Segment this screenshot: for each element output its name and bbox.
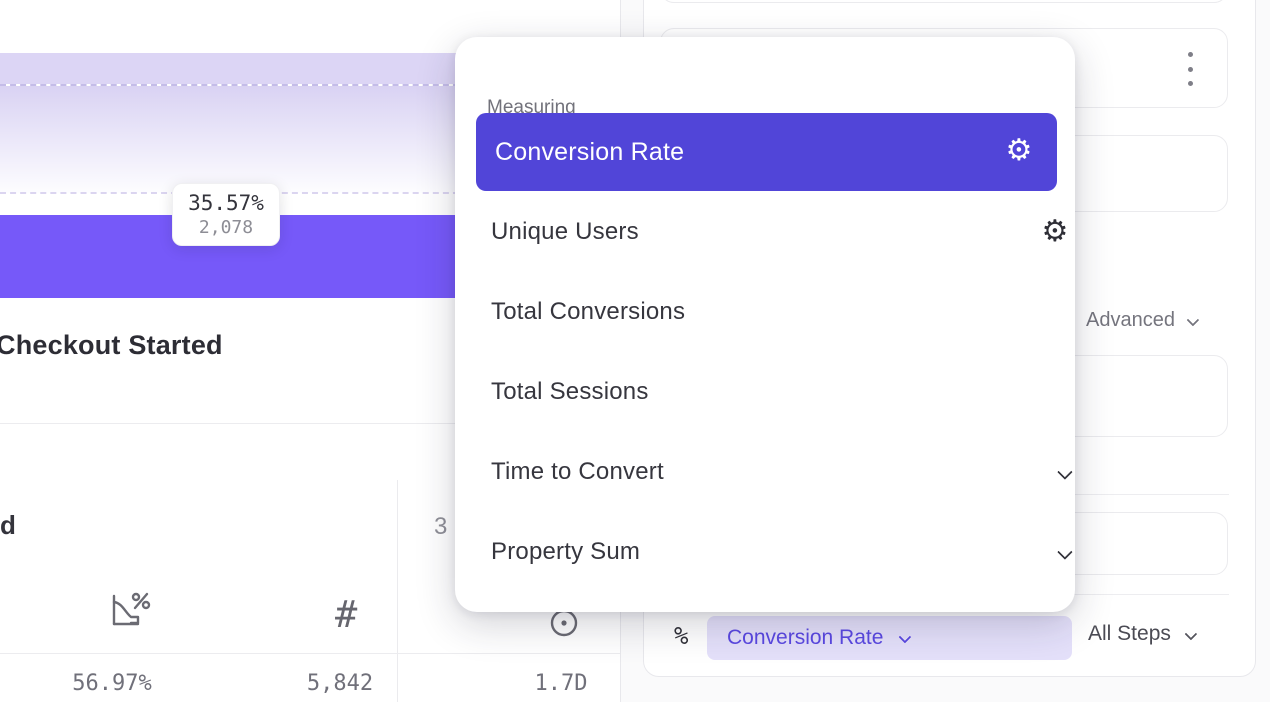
chevron-down-icon (899, 630, 912, 643)
table-step-number: 3 (434, 513, 447, 541)
chevron-down-icon (1058, 512, 1069, 592)
builder-row-card[interactable] (660, 0, 1228, 3)
gear-icon[interactable]: ⚙ (1038, 217, 1072, 247)
stat-conversion-rate: 56.97% (32, 671, 192, 696)
table-column-divider (397, 480, 398, 702)
bar-tooltip: 35.57% 2,078 (172, 183, 280, 246)
percent-symbol: % (674, 622, 688, 650)
table-row-divider (0, 653, 620, 654)
menu-item-label: Total Conversions (491, 298, 685, 325)
measurement-selector-pill[interactable]: Conversion Rate (707, 616, 1072, 660)
menu-item-conversion-rate[interactable]: Conversion Rate ⚙ (476, 113, 1057, 191)
steps-selector-label: All Steps (1088, 622, 1171, 645)
chevron-down-icon (1058, 432, 1069, 512)
menu-item-label: Conversion Rate (495, 138, 684, 166)
stat-time-to-convert: 1.7D (481, 671, 641, 696)
menu-item-label: Unique Users (491, 218, 639, 245)
measuring-dropdown: Measuring Conversion Rate ⚙ Unique Users… (455, 37, 1075, 612)
menu-item-total-conversions[interactable]: Total Conversions (491, 272, 685, 352)
steps-selector[interactable]: All Steps (1088, 622, 1194, 646)
gear-icon[interactable]: ⚙ (1002, 136, 1036, 166)
menu-item-label: Total Sessions (491, 378, 649, 405)
menu-item-time-to-convert[interactable]: Time to Convert (491, 432, 664, 512)
measurement-pill-label: Conversion Rate (727, 626, 883, 650)
menu-item-total-sessions[interactable]: Total Sessions (491, 352, 649, 432)
menu-item-label: Time to Convert (491, 458, 664, 485)
tooltip-count: 2,078 (199, 217, 253, 238)
menu-item-unique-users[interactable]: Unique Users ⚙ (491, 192, 639, 272)
tooltip-conversion-rate: 35.57% (188, 191, 264, 215)
app-canvas: 35.57% 2,078 Checkout Started d 3 # (0, 0, 1270, 702)
menu-item-property-sum[interactable]: Property Sum (491, 512, 640, 592)
conversion-rate-icon (109, 590, 151, 635)
table-step-header-truncated: d (0, 510, 16, 541)
number-icon: # (335, 593, 357, 636)
menu-item-label: Property Sum (491, 538, 640, 565)
stat-count: 5,842 (260, 671, 420, 696)
advanced-label: Advanced (1086, 309, 1175, 331)
kebab-menu-icon[interactable] (1181, 51, 1199, 87)
step-name-label: Checkout Started (0, 330, 223, 361)
